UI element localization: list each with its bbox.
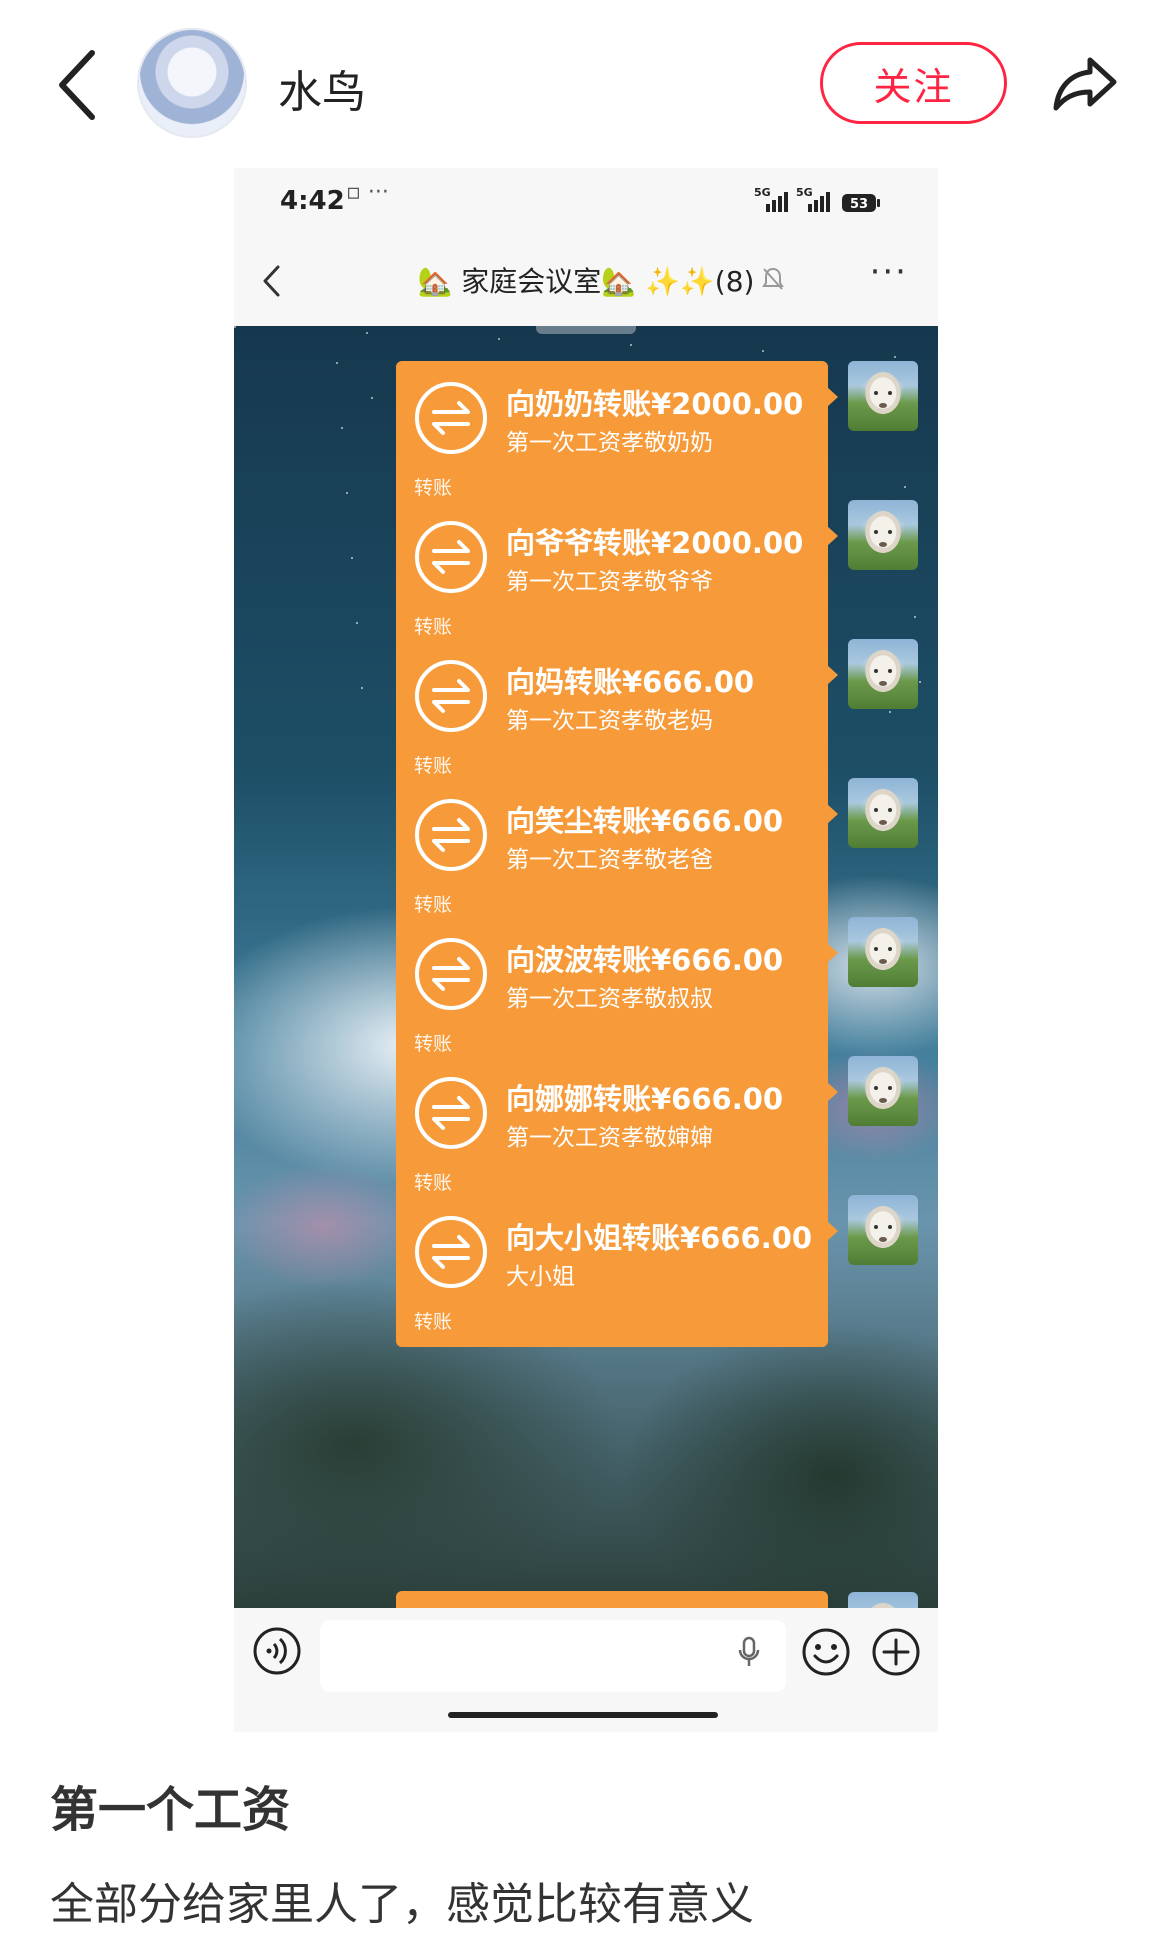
wallpaper-star: [894, 356, 896, 358]
transfer-bubble[interactable]: 向奶奶转账¥2000.00 第一次工资孝敬奶奶转账: [396, 361, 838, 513]
wallpaper-star: [371, 397, 373, 399]
microphone-icon[interactable]: [738, 1636, 760, 1668]
wallpaper-star: [341, 427, 343, 429]
transfer-message[interactable]: 向妈转账¥666.00 第一次工资孝敬老妈转账: [396, 639, 838, 791]
wallpaper-star: [889, 711, 891, 713]
transfer-note: 第一次工资孝敬老妈: [506, 708, 713, 734]
chat-more-button[interactable]: ···: [870, 252, 908, 292]
status-time: 4:42: [280, 186, 345, 216]
follow-button[interactable]: 关注: [820, 42, 1007, 124]
svg-text:5G: 5G: [796, 186, 813, 199]
wallpaper-star: [336, 362, 338, 364]
top-bar: 水鸟 关注: [0, 0, 1170, 170]
transfer-title: 向笑尘转账¥666.00: [506, 804, 784, 838]
transfer-bubble-partial[interactable]: [396, 1591, 828, 1608]
transfer-message[interactable]: 向奶奶转账¥2000.00 第一次工资孝敬奶奶转账: [396, 361, 838, 513]
sender-avatar[interactable]: [848, 361, 918, 431]
wallpaper-star: [914, 616, 916, 618]
plus-icon[interactable]: [870, 1626, 922, 1678]
transfer-bubble[interactable]: 向笑尘转账¥666.00 第一次工资孝敬老爸转账: [396, 778, 838, 930]
emoji-icon[interactable]: [800, 1626, 852, 1678]
wallpaper-star: [356, 622, 358, 624]
transfer-message[interactable]: 向笑尘转账¥666.00 第一次工资孝敬老爸转账: [396, 778, 838, 930]
transfer-message[interactable]: 向爷爷转账¥2000.00 第一次工资孝敬爷爷转账: [396, 500, 838, 652]
transfer-title: 向娜娜转账¥666.00: [506, 1082, 784, 1116]
transfer-note: 第一次工资孝敬老爸: [506, 847, 713, 873]
transfer-title: 向爷爷转账¥2000.00: [506, 526, 804, 560]
transfer-tag: 转账: [414, 616, 453, 638]
transfer-title: 向妈转账¥666.00: [506, 665, 755, 699]
sender-avatar[interactable]: [848, 1056, 918, 1126]
transfer-title: 向大小姐转账¥666.00: [506, 1221, 813, 1255]
chat-input-bar: [234, 1608, 938, 1732]
transfer-title: 向奶奶转账¥2000.00: [506, 387, 804, 421]
sender-avatar[interactable]: [848, 1195, 918, 1265]
post-image[interactable]: 4:42 ▫ ··· 5G 5G 53 🏡 家庭会议室🏡 ✨✨(8) ··· 向…: [234, 168, 938, 1732]
transfer-bubble[interactable]: 向波波转账¥666.00 第一次工资孝敬叔叔转账: [396, 917, 838, 1069]
transfer-tag: 转账: [414, 894, 453, 916]
sender-avatar[interactable]: [848, 917, 918, 987]
transfer-tag: 转账: [414, 755, 453, 777]
transfer-icon: [415, 521, 487, 593]
wallpaper-star: [498, 338, 500, 340]
post-body: 全部分给家里人了，感觉比较有意义: [50, 1879, 754, 1930]
wallpaper-star: [351, 557, 353, 559]
transfer-message[interactable]: 向波波转账¥666.00 第一次工资孝敬叔叔转账: [396, 917, 838, 1069]
status-notification-dots: ▫ ···: [346, 180, 389, 205]
wallpaper-star: [762, 350, 764, 352]
transfer-icon: [415, 382, 487, 454]
transfer-tag: 转账: [414, 1033, 453, 1055]
transfer-icon: [415, 1077, 487, 1149]
home-indicator: [448, 1712, 718, 1718]
signal-battery-icon: 5G 5G 53: [754, 186, 880, 212]
transfer-note: 第一次工资孝敬叔叔: [506, 986, 713, 1012]
transfer-icon: [415, 938, 487, 1010]
bell-off-icon: [762, 267, 784, 290]
wallpaper-star: [346, 492, 348, 494]
transfer-icon: [415, 660, 487, 732]
wallpaper-star: [366, 332, 368, 334]
svg-text:5G: 5G: [754, 186, 771, 199]
transfer-bubble[interactable]: 向大小姐转账¥666.00 大小姐转账: [396, 1195, 838, 1347]
transfer-tag: 转账: [414, 1311, 453, 1333]
transfer-tag: 转账: [414, 477, 453, 499]
transfer-bubble[interactable]: 向爷爷转账¥2000.00 第一次工资孝敬爷爷转账: [396, 500, 838, 652]
transfer-message[interactable]: 向大小姐转账¥666.00 大小姐转账: [396, 1195, 838, 1347]
wallpaper-star: [234, 326, 236, 328]
transfer-note: 第一次工资孝敬奶奶: [506, 430, 713, 456]
wallpaper-star: [904, 486, 906, 488]
transfer-title: 向波波转账¥666.00: [506, 943, 784, 977]
author-avatar[interactable]: [137, 28, 247, 138]
time-divider: [536, 326, 636, 334]
battery-level: 53: [850, 197, 868, 212]
transfer-icon: [415, 1216, 487, 1288]
transfer-note: 大小姐: [506, 1264, 575, 1290]
chat-messages[interactable]: 向奶奶转账¥2000.00 第一次工资孝敬奶奶 转账 向爷爷转账¥2000.00 第一次…: [234, 326, 938, 1608]
wallpaper-star: [919, 681, 921, 683]
back-icon[interactable]: [50, 45, 110, 125]
phone-status-bar: 4:42 ▫ ··· 5G 5G 53: [234, 168, 938, 238]
wallpaper-star: [361, 687, 363, 689]
sender-avatar[interactable]: [848, 778, 918, 848]
wallpaper-star: [630, 344, 632, 346]
post-title: 第一个工资: [50, 1782, 291, 1838]
sender-avatar[interactable]: [848, 500, 918, 570]
voice-icon[interactable]: [252, 1626, 302, 1676]
transfer-bubble[interactable]: 向娜娜转账¥666.00 第一次工资孝敬婶婶转账: [396, 1056, 838, 1208]
transfer-message[interactable]: 向娜娜转账¥666.00 第一次工资孝敬婶婶转账: [396, 1056, 838, 1208]
chat-group-title: 🏡 家庭会议室🏡 ✨✨(8): [417, 265, 755, 298]
transfer-tag: 转账: [414, 1172, 453, 1194]
transfer-icon: [415, 799, 487, 871]
sender-avatar[interactable]: [848, 1592, 918, 1608]
chat-header: 🏡 家庭会议室🏡 ✨✨(8) ···: [234, 238, 938, 326]
transfer-note: 第一次工资孝敬婶婶: [506, 1125, 713, 1151]
sender-avatar[interactable]: [848, 639, 918, 709]
transfer-bubble[interactable]: 向妈转账¥666.00 第一次工资孝敬老妈转账: [396, 639, 838, 791]
share-icon[interactable]: [1050, 48, 1120, 118]
transfer-note: 第一次工资孝敬爷爷: [506, 569, 713, 595]
author-name[interactable]: 水鸟: [278, 56, 366, 120]
message-input[interactable]: [320, 1620, 786, 1692]
